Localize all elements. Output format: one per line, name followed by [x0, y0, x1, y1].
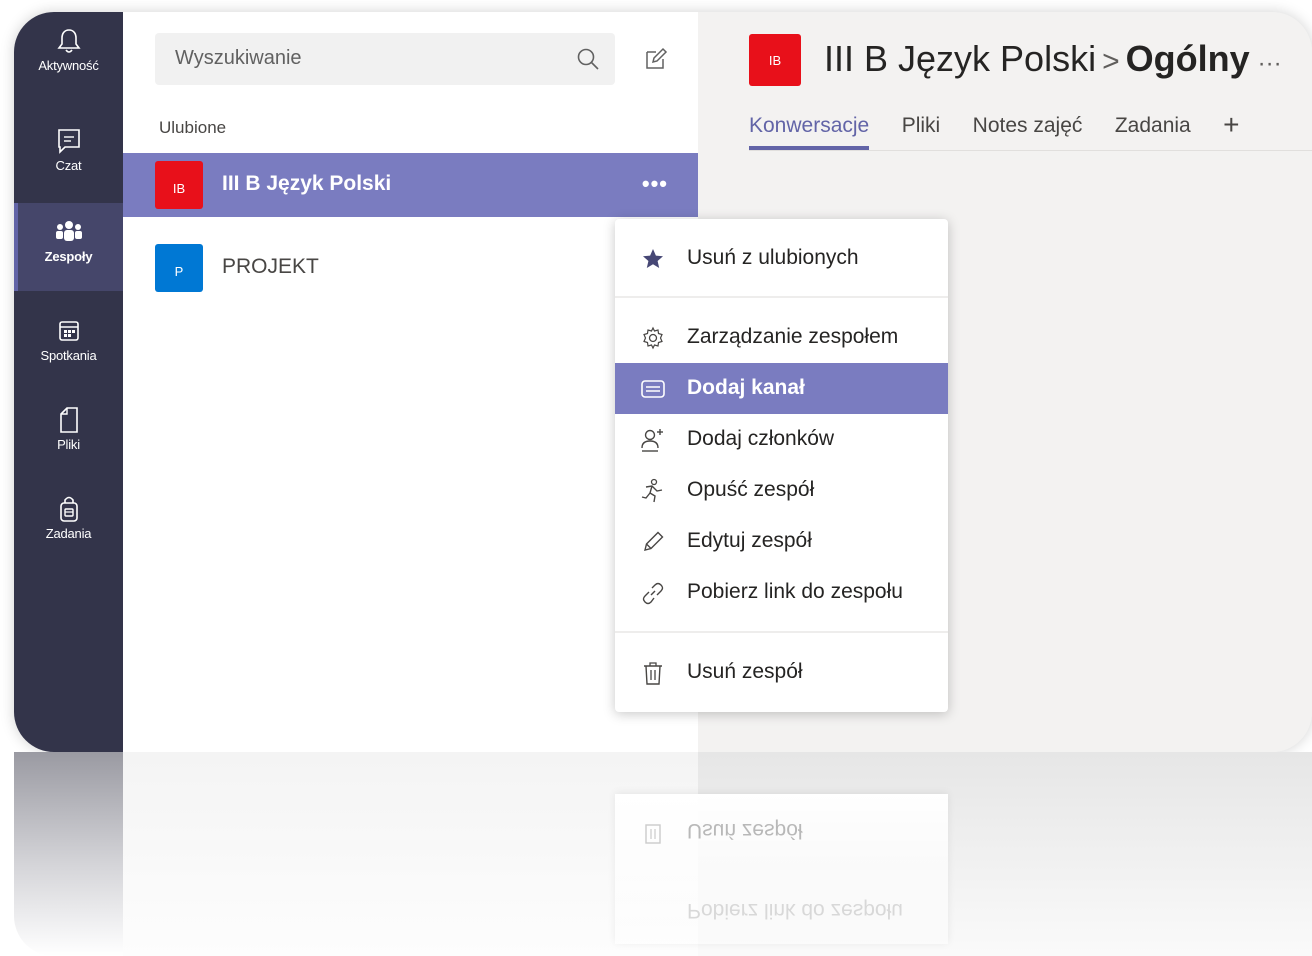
reflection-sidebar	[123, 752, 698, 956]
tabs-divider	[749, 150, 1312, 151]
trash-icon	[645, 824, 661, 844]
menu-item-remove-favorite[interactable]: Usuń z ulubionych	[615, 233, 948, 284]
header-team-avatar: IB	[749, 34, 801, 86]
menu-item-add-channel[interactable]: Dodaj kanał	[615, 363, 948, 414]
menu-item-add-members[interactable]: Dodaj członków	[615, 414, 948, 465]
search-icon[interactable]	[575, 46, 601, 72]
rail-item-chat[interactable]: Czat	[14, 112, 123, 200]
team-row-iii-b[interactable]: IB III B Język Polski •••	[123, 153, 698, 217]
team-avatar: P	[155, 244, 203, 292]
menu-item-edit-team[interactable]: Edytuj zespół	[615, 516, 948, 567]
menu-label: Dodaj kanał	[687, 376, 805, 399]
team-name: III B Język Polski	[222, 172, 392, 195]
rail-item-meetings[interactable]: Spotkania	[14, 302, 123, 390]
rail-label-activity: Aktywność	[38, 58, 99, 73]
chat-icon	[54, 126, 84, 156]
add-tab-icon[interactable]: +	[1223, 111, 1239, 139]
menu-divider	[615, 296, 948, 298]
rail-label-teams: Zespoły	[44, 249, 93, 264]
menu-label: Usuń z ulubionych	[687, 246, 859, 269]
menu-item-get-link[interactable]: Pobierz link do zespołu	[615, 567, 948, 618]
search-box[interactable]: Wyszukiwanie	[155, 33, 615, 85]
reflection-link-label: Pobierz link do zespołu	[687, 899, 903, 922]
bell-icon	[54, 26, 84, 56]
assignments-icon	[54, 494, 84, 524]
rail-label-assignments: Zadania	[45, 526, 92, 541]
star-icon	[639, 245, 667, 273]
header-team-name[interactable]: III B Język Polski	[824, 38, 1096, 79]
rail-item-files[interactable]: Pliki	[14, 391, 123, 479]
menu-label: Usuń zespół	[687, 660, 803, 683]
favorites-label: Ulubione	[159, 118, 227, 137]
menu-item-delete-team[interactable]: Usuń zespół	[615, 647, 948, 698]
menu-label: Zarządzanie zespołem	[687, 325, 899, 348]
more-options-icon[interactable]: •••	[642, 171, 668, 197]
rail-item-assignments[interactable]: Zadania	[14, 480, 123, 568]
rail-item-teams[interactable]: Zespoły	[14, 203, 123, 291]
search-input[interactable]: Wyszukiwanie	[175, 47, 302, 70]
rail-item-activity[interactable]: Aktywność	[14, 12, 123, 100]
menu-divider	[615, 631, 948, 633]
team-context-menu: Usuń z ulubionych Zarządzanie zespołem D…	[615, 219, 948, 712]
reflection-rail	[14, 752, 123, 956]
teams-icon	[54, 217, 84, 247]
tab-conversations[interactable]: Konwersacje	[749, 114, 870, 150]
team-row-projekt[interactable]: P PROJEKT	[123, 236, 698, 300]
header-channel-name: Ogólny	[1125, 38, 1250, 79]
leave-icon	[639, 477, 667, 505]
channel-title: III B Język Polski > Ogólny ···	[824, 38, 1282, 80]
channel-tabs: Konwersacje Pliki Notes zajęć Zadania +	[749, 111, 1240, 154]
rail-label-meetings: Spotkania	[40, 348, 97, 363]
channel-icon	[639, 375, 667, 403]
reflection-menu: Usuń zespół Pobierz link do zespołu	[615, 794, 948, 944]
pencil-icon	[639, 528, 667, 556]
tab-files[interactable]: Pliki	[902, 114, 941, 146]
menu-label: Dodaj członków	[687, 427, 835, 450]
menu-item-leave-team[interactable]: Opuść zespół	[615, 465, 948, 516]
add-member-icon	[639, 426, 667, 454]
teams-sidebar: Wyszukiwanie Ulubione IB III B Język Pol…	[123, 12, 698, 752]
trash-icon	[639, 659, 667, 687]
reflection-delete-label: Usuń zespół	[687, 819, 803, 842]
channel-more-icon[interactable]: ···	[1258, 50, 1282, 77]
gear-icon	[639, 324, 667, 352]
file-icon	[54, 405, 84, 435]
tab-class-notebook[interactable]: Notes zajęć	[973, 114, 1083, 146]
link-icon	[639, 579, 667, 607]
team-name: PROJEKT	[222, 255, 319, 278]
rail-label-files: Pliki	[57, 437, 80, 452]
team-avatar: IB	[155, 161, 203, 209]
rail-label-chat: Czat	[55, 158, 82, 173]
app-rail: Aktywność Czat Zespoły Spotkania Pliki Z…	[14, 12, 123, 752]
breadcrumb-separator: >	[1102, 45, 1120, 78]
menu-item-manage-team[interactable]: Zarządzanie zespołem	[615, 312, 948, 363]
menu-label: Pobierz link do zespołu	[687, 580, 903, 603]
menu-label: Opuść zespół	[687, 478, 815, 501]
window-reflection: Usuń zespół Pobierz link do zespołu	[14, 752, 1312, 956]
menu-label: Edytuj zespół	[687, 529, 812, 552]
calendar-icon	[54, 316, 84, 346]
tab-assignments[interactable]: Zadania	[1115, 114, 1191, 146]
compose-icon[interactable]	[643, 46, 669, 72]
